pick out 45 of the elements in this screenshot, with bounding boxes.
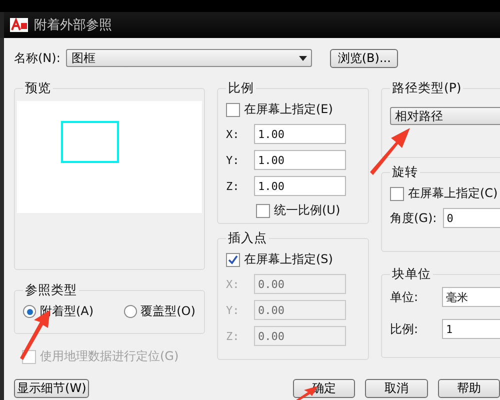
angle-label: 角度(G):	[390, 210, 437, 226]
radio-label: 覆盖型(O)	[140, 303, 196, 320]
checkbox-label: 在屏幕上指定(S)	[244, 251, 333, 268]
block-scale-field[interactable]: 1	[442, 319, 500, 339]
drawing-frame-icon	[61, 121, 119, 163]
name-label: 名称(N):	[14, 50, 60, 66]
group-title: 路径类型(P)	[391, 80, 462, 97]
field-label: Z:	[226, 180, 240, 192]
checkbox[interactable]	[256, 204, 270, 218]
caret-icon	[299, 56, 308, 60]
field-label: Y:	[226, 304, 240, 316]
app-logo-icon	[10, 18, 28, 32]
name-dropdown[interactable]: 图框	[66, 49, 312, 67]
input-field[interactable]: 1.00	[254, 176, 346, 196]
show-details-button[interactable]: 显示细节(W)	[14, 378, 90, 398]
input-field[interactable]: 1.00	[254, 150, 346, 170]
dialog-button[interactable]: 取消	[365, 378, 428, 398]
checkbox[interactable]	[226, 102, 240, 116]
group-title: 预览	[24, 80, 52, 97]
group-title: 参照类型	[24, 282, 78, 299]
angle-field[interactable]: 0	[442, 208, 500, 228]
group-title: 块单位	[391, 266, 432, 283]
checkbox-label: 在屏幕上指定(C)	[408, 185, 498, 202]
group-title: 旋转	[391, 164, 419, 181]
field-label: Y:	[226, 154, 240, 166]
block-scale-label: 比例:	[390, 320, 418, 338]
unit-label: 单位:	[390, 288, 418, 306]
browse-button[interactable]: 浏览(B)...	[330, 48, 398, 68]
dialog-button[interactable]: 帮助	[438, 378, 500, 398]
checkbox[interactable]	[390, 186, 404, 200]
group-title: 比例	[227, 80, 255, 97]
field-label: X:	[226, 278, 240, 290]
field-label: X:	[226, 128, 240, 140]
checkbox-label: 统一比例(U)	[274, 202, 340, 219]
window-title: 附着外部参照	[34, 17, 112, 34]
checkbox[interactable]	[226, 252, 240, 266]
checkbox-label: 使用地理数据进行定位(G)	[40, 348, 179, 365]
checkbox-label: 在屏幕上指定(E)	[244, 101, 333, 118]
path-type-dropdown[interactable]: 相对路径	[390, 107, 500, 125]
field-label: Z:	[226, 330, 240, 342]
radio-button[interactable]	[23, 305, 36, 318]
input-field[interactable]: 1.00	[254, 124, 346, 144]
unit-field[interactable]: 毫米	[442, 287, 500, 307]
radio-button[interactable]	[124, 305, 137, 318]
group-title: 插入点	[227, 230, 268, 247]
